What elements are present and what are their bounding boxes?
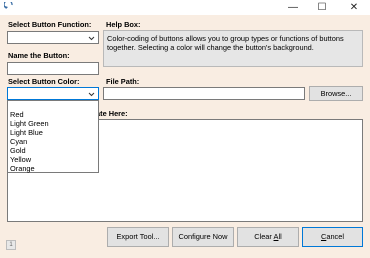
color-option-red[interactable]: Red <box>10 110 24 119</box>
cancel-label: Cancel <box>321 232 344 241</box>
chevron-down-icon <box>88 92 95 97</box>
select-color-label: Select Button Color: <box>8 77 80 86</box>
color-option-yellow[interactable]: Yellow <box>10 155 31 164</box>
clear-all-label: Clear All <box>254 232 282 241</box>
minimize-button[interactable]: — <box>282 1 304 14</box>
select-function-label: Select Button Function: <box>8 20 92 29</box>
button-name-input[interactable] <box>7 62 99 75</box>
file-path-input[interactable] <box>103 87 305 100</box>
function-select[interactable] <box>7 31 99 44</box>
template-label: ate Here: <box>96 109 128 118</box>
color-dropdown-list: Red Light Green Light Blue Cyan Gold Yel… <box>7 100 99 173</box>
title-bar: — ☐ ✕ <box>0 0 370 15</box>
help-box: Color-coding of buttons allows you to gr… <box>103 30 363 67</box>
color-option-light-blue[interactable]: Light Blue <box>10 128 43 137</box>
clear-all-text-start: Clear <box>254 232 274 241</box>
export-tool-button[interactable]: Export Tool... <box>107 227 169 247</box>
file-path-label: File Path: <box>106 77 140 86</box>
close-button[interactable]: ✕ <box>343 1 365 14</box>
status-indicator: 1 <box>6 240 16 250</box>
help-text: Color-coding of buttons allows you to gr… <box>107 34 344 52</box>
help-box-label: Help Box: <box>106 20 141 29</box>
configure-now-button[interactable]: Configure Now <box>172 227 234 247</box>
color-option-cyan[interactable]: Cyan <box>10 137 27 146</box>
cancel-button[interactable]: Cancel <box>302 227 363 247</box>
name-button-label: Name the Button: <box>8 51 70 60</box>
cancel-text-end: ancel <box>326 232 344 241</box>
export-tool-label: Export Tool... <box>116 232 160 241</box>
minimize-icon: — <box>288 2 298 13</box>
clear-all-button[interactable]: Clear All <box>237 227 299 247</box>
color-option-light-green[interactable]: Light Green <box>10 119 49 128</box>
clear-all-text-end: ll <box>278 232 282 241</box>
configure-now-label: Configure Now <box>178 232 228 241</box>
maximize-button[interactable]: ☐ <box>311 1 333 14</box>
browse-button[interactable]: Browse... <box>309 86 363 101</box>
color-option-gold[interactable]: Gold <box>10 146 26 155</box>
close-icon: ✕ <box>349 2 359 13</box>
maximize-icon: ☐ <box>317 2 327 13</box>
color-option-orange[interactable]: Orange <box>10 164 35 173</box>
chevron-down-icon <box>88 36 95 41</box>
app-icon <box>4 2 13 9</box>
color-select[interactable] <box>7 87 99 100</box>
